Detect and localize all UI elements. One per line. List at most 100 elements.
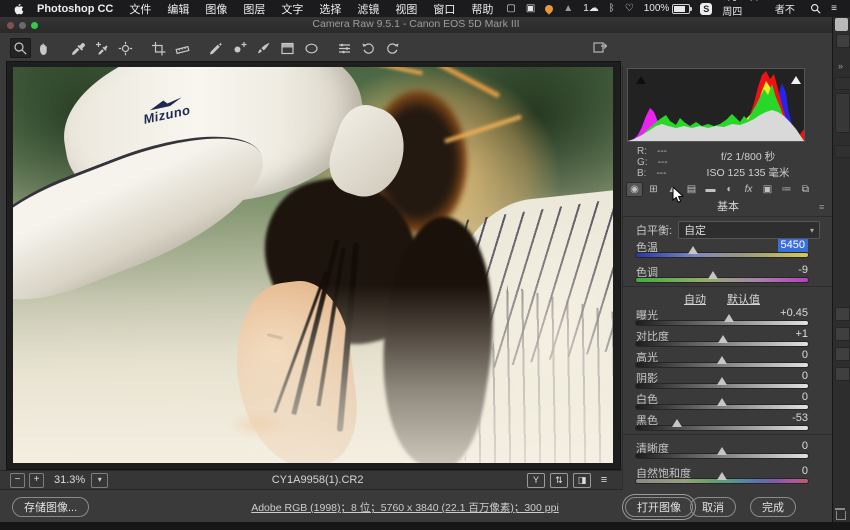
- menu-help[interactable]: 帮助: [463, 1, 501, 17]
- divider: [623, 286, 833, 287]
- tab-tone-curve-icon[interactable]: ⊞: [645, 182, 662, 197]
- white-balance-tool-icon[interactable]: [67, 38, 88, 58]
- radial-filter-tool-icon[interactable]: [301, 38, 322, 58]
- zoom-in-button[interactable]: +: [29, 473, 44, 488]
- mountain-icon[interactable]: ▲: [558, 3, 578, 14]
- clarity-slider[interactable]: [636, 454, 808, 458]
- preferences-icon[interactable]: [334, 38, 355, 58]
- tint-slider-thumb[interactable]: [708, 271, 718, 279]
- color-sampler-tool-icon[interactable]: [91, 38, 112, 58]
- auto-link[interactable]: 自动: [684, 294, 706, 306]
- panel-button-fragment[interactable]: [835, 307, 850, 321]
- white-balance-select[interactable]: 自定 ▾: [678, 221, 820, 239]
- copy-settings-button[interactable]: ◨: [573, 473, 591, 488]
- default-link[interactable]: 默认值: [727, 294, 760, 306]
- chat-icon[interactable]: ▣: [521, 3, 540, 14]
- tab-effects-icon[interactable]: fx: [740, 182, 757, 197]
- toggle-fullscreen-icon[interactable]: [591, 39, 609, 55]
- whites-slider[interactable]: [636, 405, 808, 409]
- trash-icon[interactable]: [836, 511, 846, 520]
- notification-center-icon[interactable]: ≡: [826, 3, 842, 14]
- targeted-adjustment-tool-icon[interactable]: [115, 38, 136, 58]
- menu-layer[interactable]: 图层: [235, 1, 273, 17]
- tab-lens-corrections-icon[interactable]: ◐: [721, 182, 738, 197]
- graduated-filter-tool-icon[interactable]: [277, 38, 298, 58]
- shadow-clipping-warning-icon[interactable]: [636, 76, 646, 84]
- highlights-slider-thumb[interactable]: [717, 356, 727, 364]
- tab-split-toning-icon[interactable]: ▬: [702, 182, 719, 197]
- highlight-clipping-warning-icon[interactable]: [791, 76, 801, 84]
- vibrance-slider-thumb[interactable]: [717, 472, 727, 480]
- temperature-slider-thumb[interactable]: [688, 246, 698, 254]
- filename: CY1A9958(1).CR2: [108, 474, 527, 486]
- battery-status[interactable]: 100%: [639, 3, 696, 14]
- cloud-count-icon[interactable]: 1☁: [578, 3, 604, 14]
- whites-slider-thumb[interactable]: [717, 398, 727, 406]
- fire-icon[interactable]: [540, 5, 558, 13]
- exposure-slider-thumb[interactable]: [724, 314, 734, 322]
- menu-filter[interactable]: 滤镜: [349, 1, 387, 17]
- camera-raw-titlebar[interactable]: Camera Raw 9.5.1 - Canon EOS 5D Mark III: [0, 17, 832, 34]
- menu-view[interactable]: 视图: [387, 1, 425, 17]
- shadows-slider[interactable]: [636, 384, 808, 388]
- panel-menu-icon[interactable]: ≡: [819, 202, 824, 212]
- adjustment-brush-tool-icon[interactable]: [253, 38, 274, 58]
- cancel-button[interactable]: 取消: [690, 497, 736, 517]
- menu-file[interactable]: 文件: [121, 1, 159, 17]
- clarity-slider-thumb[interactable]: [717, 447, 727, 455]
- open-image-button[interactable]: 打开图像: [625, 497, 693, 517]
- crop-tool-icon[interactable]: [148, 38, 169, 58]
- menu-window[interactable]: 窗口: [425, 1, 463, 17]
- tab-snapshots-icon[interactable]: ⧉: [797, 182, 814, 197]
- vibrance-slider[interactable]: [636, 479, 808, 483]
- menu-type[interactable]: 文字: [273, 1, 311, 17]
- menu-app-name[interactable]: Photoshop CC: [29, 3, 121, 15]
- apple-menu[interactable]: [8, 2, 29, 15]
- workflow-options-link[interactable]: Adobe RGB (1998)；8 位；5760 x 3840 (22.1 百…: [140, 500, 670, 515]
- bluetooth-icon[interactable]: ᛒ: [604, 3, 620, 14]
- highlights-slider[interactable]: [636, 363, 808, 367]
- tab-presets-icon[interactable]: ≔: [778, 182, 795, 197]
- red-eye-removal-tool-icon[interactable]: [229, 38, 250, 58]
- rotate-right-icon[interactable]: [382, 38, 403, 58]
- cycle-preview-button[interactable]: Y: [527, 473, 545, 488]
- preview-preferences-icon[interactable]: ≡: [596, 474, 612, 487]
- exposure-slider[interactable]: [636, 321, 808, 325]
- menu-select[interactable]: 选择: [311, 1, 349, 17]
- panel-button-fragment[interactable]: [835, 347, 850, 361]
- tab-camera-calibration-icon[interactable]: ▣: [759, 182, 776, 197]
- tab-basic-icon[interactable]: ◉: [626, 182, 643, 197]
- blacks-slider-thumb[interactable]: [672, 419, 682, 427]
- window-switcher-icon[interactable]: ▢: [501, 3, 520, 14]
- contrast-slider[interactable]: [636, 342, 808, 346]
- zoom-out-button[interactable]: −: [10, 473, 25, 488]
- heart-icon[interactable]: ♡: [620, 3, 639, 14]
- zoom-level-dropdown[interactable]: ▾: [91, 473, 108, 488]
- photo-preview[interactable]: Mizuno: [13, 67, 613, 463]
- menu-edit[interactable]: 编辑: [159, 1, 197, 17]
- input-method-icon[interactable]: S: [695, 3, 717, 15]
- swap-before-after-button[interactable]: ⇅: [550, 473, 568, 488]
- panel-button-fragment[interactable]: [835, 367, 850, 381]
- scrollbar-fragment: [835, 18, 848, 31]
- menu-image[interactable]: 图像: [197, 1, 235, 17]
- temperature-slider[interactable]: [636, 253, 808, 257]
- rotate-left-icon[interactable]: [358, 38, 379, 58]
- tab-hsl-icon[interactable]: ▤: [683, 182, 700, 197]
- spotlight-search-icon[interactable]: [805, 3, 826, 14]
- zoom-tool-icon[interactable]: [10, 38, 31, 58]
- spot-removal-tool-icon[interactable]: [205, 38, 226, 58]
- divider: [623, 434, 833, 435]
- histogram[interactable]: [628, 69, 804, 141]
- hand-tool-icon[interactable]: [34, 38, 55, 58]
- auto-default-links: 自动 默认值: [636, 291, 808, 307]
- blacks-slider[interactable]: [636, 426, 808, 430]
- straighten-tool-icon[interactable]: [172, 38, 193, 58]
- tint-slider[interactable]: [636, 278, 808, 282]
- done-button[interactable]: 完成: [750, 497, 796, 517]
- panel-button-fragment[interactable]: [835, 327, 850, 341]
- save-image-button[interactable]: 存储图像...: [12, 497, 89, 517]
- shadows-slider-thumb[interactable]: [717, 377, 727, 385]
- collapse-panels-icon[interactable]: »: [838, 61, 843, 71]
- contrast-slider-thumb[interactable]: [718, 335, 728, 343]
